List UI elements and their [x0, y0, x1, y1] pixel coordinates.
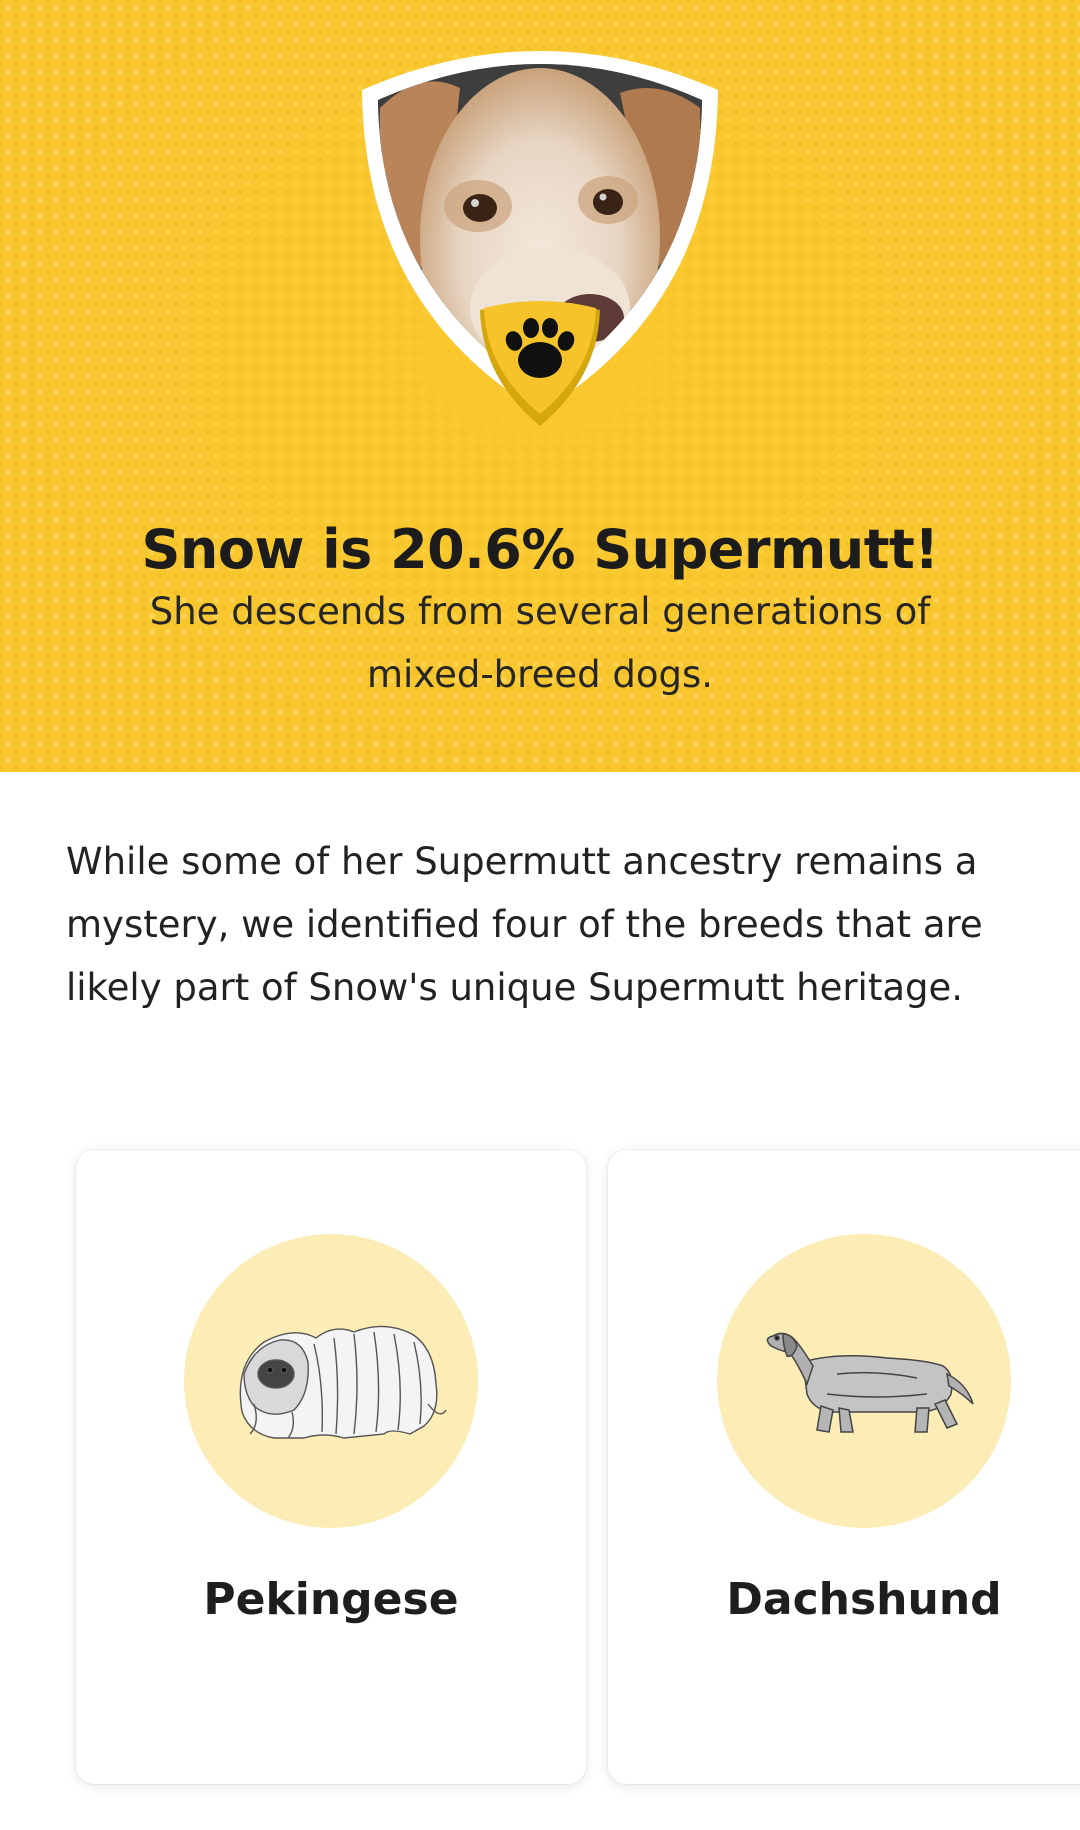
dog-profile-shield	[350, 38, 730, 430]
ancestry-intro-text: While some of her Supermutt ancestry rem…	[66, 840, 983, 1009]
dog-photo	[362, 51, 718, 426]
breed-name: Dachshund	[726, 1574, 1002, 1625]
breed-image-circle	[717, 1234, 1011, 1528]
supermutt-description: She descends from several generations of…	[149, 590, 931, 696]
pekingese-illustration	[239, 1325, 447, 1439]
supermutt-hero: Snow is 20.6% Supermutt! She descends fr…	[0, 0, 1080, 772]
paw-print-icon	[480, 301, 600, 426]
breed-card-pekingese[interactable]: Pekingese	[76, 1150, 586, 1784]
breed-image-circle	[184, 1234, 478, 1528]
supermutt-percentage-title: Snow is 20.6% Supermutt!	[141, 518, 939, 582]
breed-name: Pekingese	[203, 1574, 459, 1625]
breed-card-dachshund[interactable]: Dachshund	[608, 1150, 1080, 1784]
dachshund-illustration	[766, 1332, 974, 1433]
